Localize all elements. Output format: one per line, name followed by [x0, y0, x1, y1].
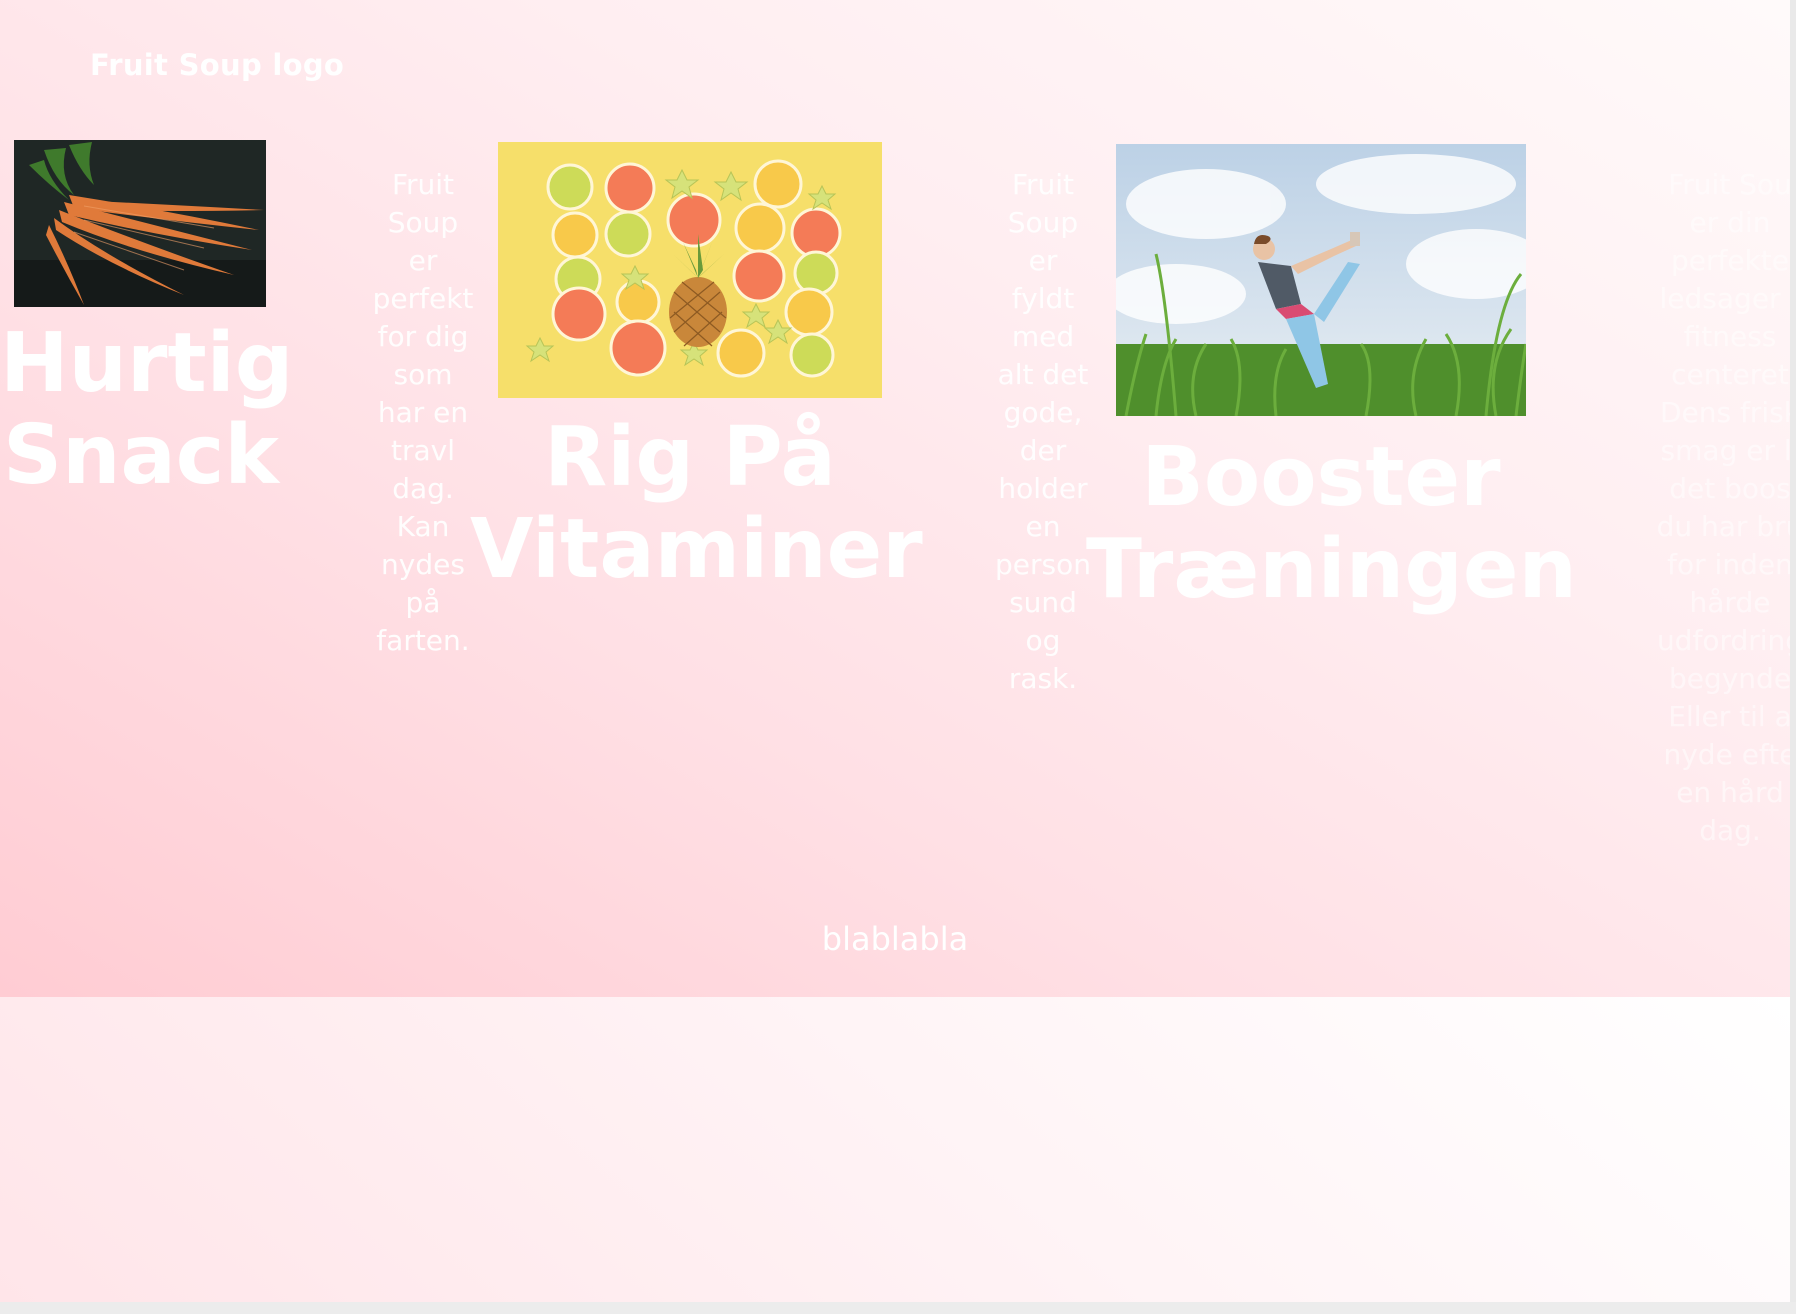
hero-section: Fruit Soup logo Hurtig Snack Fruit Soup … — [0, 0, 1790, 997]
product-description-1: Fruit Soup er perfekt for dig som har en… — [372, 168, 474, 657]
product-image-citrus — [498, 142, 882, 398]
product-image-yoga — [1116, 144, 1526, 416]
lower-section — [0, 997, 1790, 1302]
product-image-carrots — [14, 140, 266, 307]
window-bottom-edge — [0, 1302, 1796, 1314]
citrus-illustration — [498, 142, 882, 398]
carrots-illustration — [14, 140, 266, 307]
product-title-hurtig-snack: Hurtig Snack — [0, 316, 294, 503]
yoga-illustration — [1116, 144, 1526, 416]
footer-text: blablabla — [821, 920, 969, 958]
logo[interactable]: Fruit Soup logo — [90, 48, 344, 82]
product-title-rig-paa-vitaminer: Rig På Vitaminer — [470, 410, 923, 597]
scrollbar[interactable] — [1790, 0, 1796, 1314]
product-title-booster-traeningen: Booster Træningen — [1086, 430, 1577, 617]
product-description-3: Fruit Sou er din perfekte ledsager t fit… — [1656, 168, 1790, 847]
